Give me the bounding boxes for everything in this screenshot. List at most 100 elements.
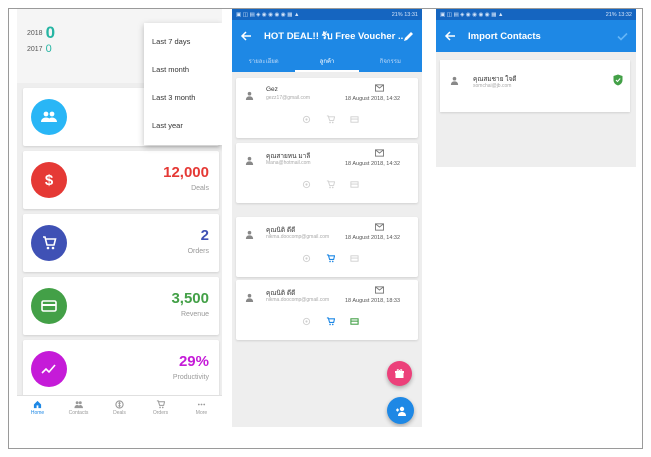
stat-card-deals[interactable]: $ 12,000 Deals: [23, 151, 219, 209]
nav-label: Deals: [113, 409, 126, 416]
dropdown-item-last-3-month[interactable]: Last 3 month: [144, 84, 222, 112]
edit-pencil-icon[interactable]: [403, 31, 414, 42]
nav-home[interactable]: Home: [17, 396, 58, 419]
revenue-label: Revenue: [180, 311, 209, 318]
item-actions: [302, 115, 359, 124]
item-actions: [302, 180, 359, 189]
mail-icon: [375, 286, 384, 294]
stat-card-orders[interactable]: 2 Orders: [23, 214, 219, 272]
year-label: 2017: [27, 45, 43, 53]
cart-icon[interactable]: [326, 180, 335, 189]
person-icon: [450, 76, 459, 85]
contact-email: somchai@jb.com: [473, 83, 512, 89]
voucher-fab[interactable]: [387, 361, 412, 386]
view-icon[interactable]: [302, 254, 311, 263]
productivity-label: Productivity: [172, 374, 209, 381]
customer-list-item[interactable]: Gez gezz17@gmail.com 18 August 2018, 14:…: [236, 78, 418, 138]
customer-list-item[interactable]: คุณนิติ ดีดี nikma.doocomp@gmail.com 18 …: [236, 217, 418, 277]
deals-label: Deals: [191, 185, 209, 192]
customer-email: nikma.doocomp@gmail.com: [266, 297, 330, 303]
view-icon[interactable]: [302, 317, 311, 326]
person-icon: [245, 293, 254, 302]
card-icon[interactable]: [350, 254, 359, 263]
year-label: 2018: [27, 29, 43, 37]
deal-title: HOT DEAL!! รับ Free Voucher ...: [264, 30, 403, 42]
item-actions: [302, 254, 359, 263]
check-icon[interactable]: [617, 32, 628, 41]
stat-card-revenue[interactable]: 3,500 Revenue: [23, 277, 219, 335]
nav-more[interactable]: More: [181, 396, 222, 419]
users-icon: [31, 99, 67, 135]
contacts-icon: [74, 400, 83, 408]
cart-icon-active[interactable]: [326, 254, 335, 263]
card-icon[interactable]: [350, 180, 359, 189]
contact-list-item[interactable]: คุณสมชาย ใจดี somchai@jb.com: [440, 60, 630, 112]
customer-email: Mana@hotmail.com: [266, 160, 311, 166]
customer-name: Gez: [266, 86, 278, 93]
customer-email: nikma.doocomp@gmail.com: [266, 234, 330, 240]
back-arrow-icon[interactable]: [240, 30, 252, 42]
revenue-value: 3,500: [171, 290, 209, 307]
person-icon: [245, 91, 254, 100]
sent-date: 18 August 2018, 14:32: [345, 96, 401, 102]
customer-email: gezz17@gmail.com: [266, 95, 310, 101]
view-icon[interactable]: [302, 115, 311, 124]
trend-icon: [31, 351, 67, 387]
notification-icons: ▣ ◫ ▤ ◈ ◉ ◉ ◉ ◉ ▦ ▲: [236, 11, 300, 18]
screen-title: Import Contacts: [468, 30, 541, 42]
person-icon: [245, 230, 254, 239]
verified-shield-icon: [613, 74, 623, 86]
productivity-value: 29%: [178, 353, 209, 370]
status-text: 21% 13:31: [391, 11, 418, 18]
year-row: 2017 0: [27, 43, 52, 55]
status-bar: ▣ ◫ ▤ ◈ ◉ ◉ ◉ ◉ ▦ ▲ 21% 13:31: [232, 9, 422, 20]
nav-label: Home: [30, 409, 45, 416]
customer-list-item[interactable]: คุณนิติ ดีดี nikma.doocomp@gmail.com 18 …: [236, 280, 418, 340]
deal-tabs: รายละเอียด ลูกค้า กิจกรรม: [232, 52, 422, 72]
nav-deals[interactable]: Deals: [99, 396, 140, 419]
add-contact-fab[interactable]: [387, 397, 414, 424]
notification-icons: ▣ ◫ ▤ ◈ ◉ ◉ ◉ ◉ ▦ ▲: [440, 11, 504, 18]
dropdown-item-last-month[interactable]: Last month: [144, 56, 222, 84]
deal-customers-screen: ▣ ◫ ▤ ◈ ◉ ◉ ◉ ◉ ▦ ▲ 21% 13:31 HOT DEAL!!…: [232, 9, 422, 427]
app-bar: HOT DEAL!! รับ Free Voucher ...: [232, 20, 422, 52]
mail-icon: [375, 149, 384, 157]
mail-icon: [375, 84, 384, 92]
cart-icon: [31, 225, 67, 261]
app-bar: Import Contacts: [436, 20, 636, 52]
orders-icon: [156, 399, 165, 408]
item-actions: [302, 317, 359, 326]
cart-icon-active[interactable]: [326, 317, 335, 326]
card-icon-active[interactable]: [350, 317, 359, 326]
back-arrow-icon[interactable]: [444, 30, 456, 42]
cart-icon[interactable]: [326, 115, 335, 124]
view-icon[interactable]: [302, 180, 311, 189]
tab-activities[interactable]: กิจกรรม: [359, 52, 422, 72]
deals-value: 12,000: [163, 164, 209, 181]
card-icon: [31, 288, 67, 324]
year-value: 0: [45, 23, 56, 42]
nav-contacts[interactable]: Contacts: [58, 396, 99, 419]
bottom-navigation: Home Contacts Deals Orders More: [17, 395, 222, 419]
nav-label: Contacts: [68, 409, 89, 416]
customer-list-item[interactable]: คุณสายหน มาลี Mana@hotmail.com 18 August…: [236, 143, 418, 203]
person-icon: [245, 156, 254, 165]
sent-date: 18 August 2018, 14:32: [345, 161, 401, 167]
deals-icon: [115, 399, 124, 409]
mail-icon: [375, 223, 384, 231]
status-bar: ▣ ◫ ▤ ◈ ◉ ◉ ◉ ◉ ▦ ▲ 21% 13:32: [436, 9, 636, 20]
nav-orders[interactable]: Orders: [140, 396, 181, 419]
import-contacts-screen: ▣ ◫ ▤ ◈ ◉ ◉ ◉ ◉ ▦ ▲ 21% 13:32 Import Con…: [436, 9, 636, 167]
status-text: 21% 13:32: [605, 11, 632, 18]
nav-label: Orders: [152, 409, 169, 416]
year-value: 0: [45, 43, 52, 55]
dropdown-item-last-year[interactable]: Last year: [144, 112, 222, 140]
home-icon: [33, 400, 42, 408]
tab-details[interactable]: รายละเอียด: [232, 52, 295, 72]
dropdown-item-last-7-days[interactable]: Last 7 days: [144, 28, 222, 56]
gift-icon: [395, 369, 404, 378]
tab-customers[interactable]: ลูกค้า: [295, 52, 359, 72]
card-icon[interactable]: [350, 115, 359, 124]
stat-card-productivity[interactable]: 29% Productivity: [23, 340, 219, 398]
period-dropdown: Last 7 days Last month Last 3 month Last…: [144, 23, 222, 145]
